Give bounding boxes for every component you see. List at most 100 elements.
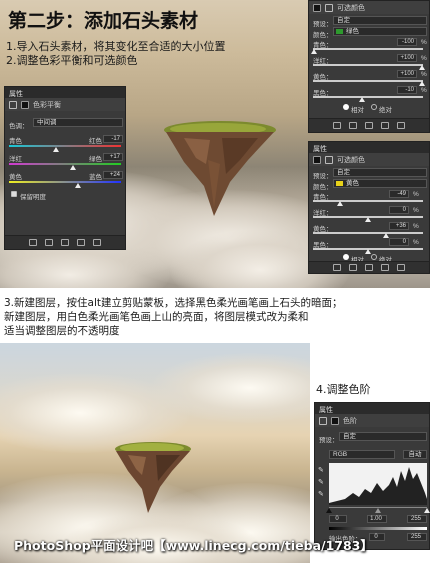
preset-select[interactable]: 自定 xyxy=(333,168,427,177)
black-slider[interactable] xyxy=(313,96,423,98)
eye-preview-icon[interactable] xyxy=(45,239,53,246)
magenta-green-slider[interactable] xyxy=(9,163,121,165)
eyedropper-black-icon[interactable]: ✎ xyxy=(318,466,324,474)
black-knob[interactable] xyxy=(365,249,371,254)
black-knob[interactable] xyxy=(359,97,365,102)
eye-preview-icon[interactable] xyxy=(349,264,357,271)
black-value[interactable]: -10 xyxy=(397,86,417,94)
color-label: 颜色： xyxy=(313,184,333,191)
cyan-slider[interactable] xyxy=(313,48,423,50)
tone-select[interactable]: 中间调 xyxy=(33,118,123,127)
preset-select[interactable]: 自定 xyxy=(339,432,427,441)
cyan-knob[interactable] xyxy=(311,49,317,54)
black-value[interactable]: 0 xyxy=(389,238,409,246)
yellow-slider[interactable] xyxy=(313,80,423,82)
relative-radio[interactable] xyxy=(343,104,349,110)
input-black-value[interactable]: 0 xyxy=(329,515,347,523)
eye-preview-icon[interactable] xyxy=(349,122,357,129)
instruction-line: 新建图层，用白色柔光画笔色画上山的亮面，将图层模式改为柔和 xyxy=(4,311,309,323)
visibility-icon[interactable] xyxy=(77,239,85,246)
adjustment-name: 可选颜色 xyxy=(337,4,365,12)
levels-panel: 属性 色阶 预设： 自定 RGB 自动 ✎ ✎ ✎ 0 1.00 255 输出色… xyxy=(314,402,430,550)
magenta-slider[interactable] xyxy=(313,64,423,66)
trash-icon[interactable] xyxy=(93,239,101,246)
yellow-blue-slider[interactable] xyxy=(9,181,121,183)
yellow-value[interactable]: +36 xyxy=(389,222,409,230)
histogram-icon xyxy=(319,416,327,425)
tone-label: 色调： xyxy=(9,123,29,130)
output-white-value[interactable]: 255 xyxy=(407,533,427,541)
preset-label: 预设： xyxy=(313,173,333,180)
absolute-radio[interactable] xyxy=(371,104,377,110)
yellow-blue-value[interactable]: +24 xyxy=(103,171,123,179)
cyan-knob[interactable] xyxy=(337,201,343,206)
eyedropper-white-icon[interactable]: ✎ xyxy=(318,490,324,498)
percent-unit: % xyxy=(413,207,419,214)
input-gamma-value[interactable]: 1.00 xyxy=(367,515,387,523)
reset-icon[interactable] xyxy=(365,122,373,129)
cyan-slider[interactable] xyxy=(313,200,423,202)
percent-unit: % xyxy=(421,39,427,46)
step3-instructions: 3.新建图层，按住alt建立剪贴蒙板，选择黑色柔光画笔画上石头的暗面； 新建图层… xyxy=(4,296,424,338)
cyan-red-slider[interactable] xyxy=(9,145,121,147)
visibility-icon[interactable] xyxy=(381,122,389,129)
yellow-value[interactable]: +100 xyxy=(397,70,417,78)
trash-icon[interactable] xyxy=(397,264,405,271)
input-gamma-knob[interactable] xyxy=(375,508,381,513)
mask-icon[interactable] xyxy=(331,416,339,425)
color-select[interactable]: 黄色 xyxy=(333,179,427,188)
color-swatch xyxy=(336,29,343,34)
mask-icon[interactable] xyxy=(325,3,333,12)
color-select[interactable]: 绿色 xyxy=(333,27,427,36)
trash-icon[interactable] xyxy=(397,122,405,129)
adjustment-name: 可选颜色 xyxy=(337,156,365,164)
visibility-icon[interactable] xyxy=(381,264,389,271)
yellow-slider[interactable] xyxy=(313,232,423,234)
channel-select[interactable]: RGB xyxy=(329,450,395,459)
mask-icon[interactable] xyxy=(21,100,29,109)
magenta-green-value[interactable]: +17 xyxy=(103,153,123,161)
cyan-value[interactable]: -100 xyxy=(397,38,417,46)
preserve-luminosity-checkbox[interactable] xyxy=(11,191,17,197)
percent-unit: % xyxy=(413,191,419,198)
cyan-red-value[interactable]: -17 xyxy=(103,135,123,143)
input-white-knob[interactable] xyxy=(424,508,430,513)
clip-icon[interactable] xyxy=(333,122,341,129)
panel-toolbar: 可选颜色 xyxy=(309,153,429,166)
panel-header: 属性 xyxy=(309,142,429,153)
eyedropper-gray-icon[interactable]: ✎ xyxy=(318,478,324,486)
percent-unit: % xyxy=(421,55,427,62)
mask-icon[interactable] xyxy=(325,155,333,164)
preset-select[interactable]: 自定 xyxy=(333,16,427,25)
slider-right-label: 绿色 xyxy=(89,156,102,163)
panel-footer xyxy=(309,118,429,132)
reset-icon[interactable] xyxy=(365,264,373,271)
magenta-green-knob[interactable] xyxy=(70,165,76,170)
absolute-radio[interactable] xyxy=(371,254,377,260)
color-swatch xyxy=(336,181,343,186)
magenta-knob[interactable] xyxy=(365,217,371,222)
magenta-value[interactable]: +100 xyxy=(397,54,417,62)
clip-icon[interactable] xyxy=(29,239,37,246)
yellow-knob[interactable] xyxy=(419,81,425,86)
percent-unit: % xyxy=(421,71,427,78)
step-title: 第二步：添加石头素材 xyxy=(8,10,199,32)
percent-unit: % xyxy=(413,239,419,246)
clip-icon[interactable] xyxy=(333,264,341,271)
panel-header: 属性 xyxy=(315,403,429,414)
auto-button[interactable]: 自动 xyxy=(403,450,427,459)
bottom-scene-canvas xyxy=(0,343,310,563)
input-black-knob[interactable] xyxy=(326,508,332,513)
instruction-line: 3.新建图层，按住alt建立剪贴蒙板，选择黑色柔光画笔画上石头的暗面； xyxy=(4,297,343,309)
slider-left-label: 青色 xyxy=(9,138,22,145)
reset-icon[interactable] xyxy=(61,239,69,246)
magenta-value[interactable]: 0 xyxy=(389,206,409,214)
input-white-value[interactable]: 255 xyxy=(407,515,427,523)
cyan-value[interactable]: -49 xyxy=(389,190,409,198)
magenta-knob[interactable] xyxy=(419,65,425,70)
cyan-red-knob[interactable] xyxy=(53,147,59,152)
slider-right-label: 蓝色 xyxy=(89,174,102,181)
yellow-blue-knob[interactable] xyxy=(75,183,81,188)
relative-radio[interactable] xyxy=(343,254,349,260)
floating-rock-image xyxy=(164,121,276,216)
